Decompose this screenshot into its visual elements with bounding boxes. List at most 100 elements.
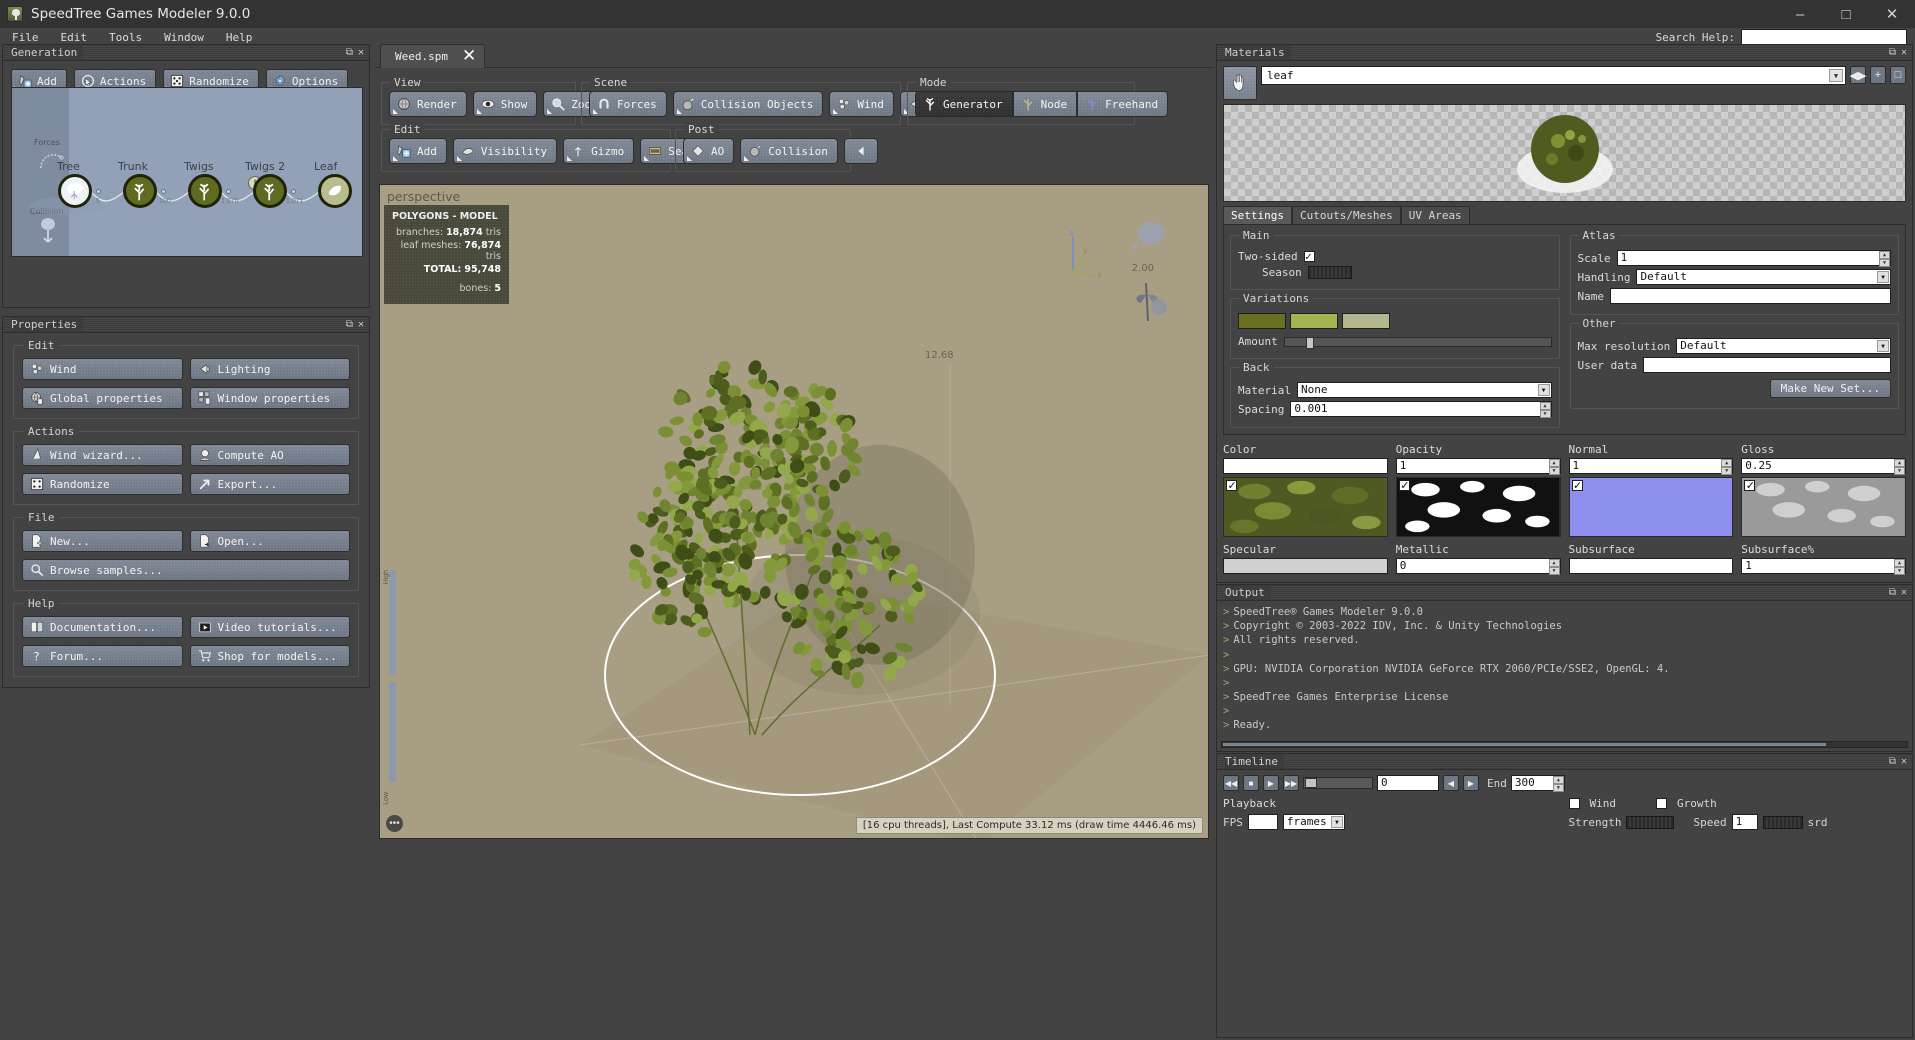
float-icon[interactable]: ⧉: [1889, 47, 1896, 58]
variation-swatch-2[interactable]: [1290, 313, 1338, 329]
texture-normal-checkbox[interactable]: [1571, 479, 1583, 492]
menu-help[interactable]: Help: [226, 31, 253, 44]
wind-wizard-button[interactable]: Wind wizard...: [22, 444, 183, 466]
show-button[interactable]: Show: [472, 91, 538, 117]
growth-checkbox[interactable]: [1656, 798, 1667, 809]
output-scrollbar[interactable]: [1221, 741, 1908, 748]
amount-slider[interactable]: [1283, 336, 1552, 349]
close-icon[interactable]: ✕: [358, 47, 364, 58]
frame-input[interactable]: 0: [1377, 775, 1439, 791]
viewport-3d[interactable]: perspective POLYGONS - MODEL branches: 1…: [379, 184, 1209, 839]
texture-normal-thumb[interactable]: [1568, 477, 1734, 537]
fast-forward-button[interactable]: ▶▶: [1283, 775, 1299, 791]
close-icon[interactable]: ✕: [1901, 756, 1907, 767]
end-input[interactable]: 300 ▲ ▼: [1510, 775, 1565, 792]
edge-dot-3[interactable]: [226, 189, 231, 194]
close-icon[interactable]: ✕: [358, 319, 364, 330]
ao-button[interactable]: AO: [683, 138, 735, 164]
post-back-button[interactable]: [843, 138, 878, 164]
mode-generator-button[interactable]: Generator: [915, 91, 1013, 117]
texture-opacity-value[interactable]: 1 ▲ ▼: [1395, 458, 1561, 475]
texture-opacity-checkbox[interactable]: [1398, 479, 1410, 492]
wind-button[interactable]: Wind: [22, 358, 183, 380]
texture-color-thumb[interactable]: [1223, 477, 1388, 537]
document-tab-weed-spm[interactable]: Weed.spm ✕: [380, 44, 486, 68]
texture-color-checkbox[interactable]: [1226, 479, 1237, 492]
texture-gloss-value[interactable]: 0.25 ▲ ▼: [1741, 458, 1906, 475]
collision-button[interactable]: Collision: [740, 138, 838, 164]
close-icon[interactable]: ✕: [1901, 587, 1907, 598]
chevron-down-icon[interactable]: ▼: [1829, 69, 1843, 82]
variation-swatch-3[interactable]: [1342, 313, 1390, 329]
viewport-ruler[interactable]: High Low: [383, 570, 400, 835]
spinner-icon[interactable]: ▲ ▼: [1548, 459, 1560, 475]
global-properties-button[interactable]: Global properties: [22, 387, 183, 409]
window-properties-button[interactable]: Window properties: [189, 387, 350, 409]
menu-file[interactable]: File: [12, 31, 39, 44]
step-forward-button[interactable]: ▶: [1463, 775, 1479, 791]
pan-tool-button[interactable]: [1223, 66, 1257, 100]
forces-button[interactable]: Forces: [589, 91, 667, 117]
output-log[interactable]: > SpeedTree® Games Modeler 9.0.0 > Copyrig…: [1217, 601, 1912, 730]
generation-node-leaf[interactable]: [318, 174, 352, 208]
maximize-button[interactable]: □: [1823, 0, 1869, 28]
atlas-handling-select[interactable]: Default ▼: [1636, 269, 1891, 285]
edit-add-button[interactable]: Add: [389, 138, 447, 164]
mode-node-button[interactable]: Node: [1012, 91, 1078, 117]
material-add-button[interactable]: +: [1870, 66, 1886, 84]
speed-input[interactable]: 1: [1731, 814, 1758, 830]
minimize-button[interactable]: –: [1777, 0, 1823, 28]
collision-objects-button[interactable]: Collision Objects: [672, 91, 824, 117]
video-tutorials-button[interactable]: Video tutorials...: [189, 616, 350, 638]
material-delete-button[interactable]: □: [1890, 66, 1906, 84]
visibility-button[interactable]: Visibility: [452, 138, 558, 164]
generation-node-twigs2[interactable]: [253, 174, 287, 208]
tab-settings[interactable]: Settings: [1223, 206, 1292, 224]
viewport-more-icon[interactable]: •••: [386, 815, 403, 832]
material-select[interactable]: leaf ▼: [1261, 66, 1846, 85]
spinner-icon[interactable]: ▲ ▼: [1894, 559, 1905, 575]
spinner-icon[interactable]: ▲ ▼: [1894, 459, 1905, 475]
generation-node-trunk[interactable]: [123, 174, 157, 208]
season-ramp[interactable]: [1307, 266, 1352, 279]
chevron-down-icon[interactable]: ▼: [1537, 384, 1550, 396]
spinner-icon[interactable]: ▲ ▼: [1879, 251, 1890, 267]
wind-button[interactable]: Wind: [829, 91, 894, 117]
chevron-down-icon[interactable]: ▼: [1877, 340, 1889, 352]
render-button[interactable]: Render: [389, 91, 467, 117]
close-icon[interactable]: ✕: [462, 48, 476, 65]
shop-models-button[interactable]: Shop for models...: [189, 645, 350, 667]
menu-tools[interactable]: Tools: [109, 31, 142, 44]
chevron-down-icon[interactable]: ▼: [1330, 816, 1343, 828]
user-data-input[interactable]: [1643, 357, 1891, 373]
export-button[interactable]: Export...: [189, 473, 350, 495]
make-new-set-button[interactable]: Make New Set...: [1769, 379, 1891, 398]
float-icon[interactable]: ⧉: [346, 47, 353, 58]
rewind-button[interactable]: ◀◀: [1223, 775, 1239, 791]
search-help-input[interactable]: [1741, 29, 1907, 45]
fps-units-select[interactable]: frames ▼: [1282, 814, 1345, 830]
texture-gloss-thumb[interactable]: [1741, 477, 1906, 537]
texture-opacity-thumb[interactable]: [1395, 477, 1561, 537]
float-icon[interactable]: ⧉: [1889, 587, 1896, 598]
generation-node-twigs[interactable]: [188, 174, 222, 208]
texture-subsurface-pct-value[interactable]: 1 ▲ ▼: [1741, 558, 1906, 575]
float-icon[interactable]: ⧉: [346, 319, 353, 330]
new-button[interactable]: New...: [22, 530, 183, 552]
spinner-icon[interactable]: ▲ ▼: [1548, 559, 1560, 575]
play-button[interactable]: ▶: [1263, 775, 1279, 791]
chevron-down-icon[interactable]: ▼: [1877, 271, 1889, 283]
lighting-button[interactable]: Lighting: [189, 358, 350, 380]
variation-swatch-1[interactable]: [1238, 313, 1286, 329]
texture-subsurface-value[interactable]: [1568, 558, 1734, 574]
strength-ramp[interactable]: [1626, 815, 1675, 829]
texture-metallic-value[interactable]: 0 ▲ ▼: [1395, 558, 1561, 575]
material-preview[interactable]: [1223, 104, 1906, 202]
atlas-scale-input[interactable]: 1 ▲ ▼: [1616, 250, 1891, 267]
close-button[interactable]: ✕: [1869, 0, 1915, 28]
spinner-icon[interactable]: ▲ ▼: [1552, 776, 1564, 792]
back-spacing-input[interactable]: 0.001 ▲ ▼: [1290, 401, 1552, 418]
edge-dot-2[interactable]: [161, 189, 166, 194]
fps-input[interactable]: [1247, 814, 1278, 830]
tab-uv-areas[interactable]: UV Areas: [1400, 206, 1470, 224]
